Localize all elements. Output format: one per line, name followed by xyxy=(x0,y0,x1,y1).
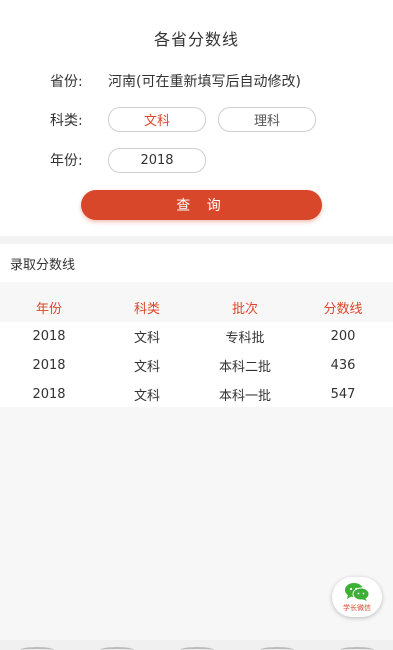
table-row: 2018 文科 专科批 200 xyxy=(0,322,393,351)
year-field[interactable]: 2018 xyxy=(108,148,206,173)
subject-label: 科类: xyxy=(50,113,83,129)
cell-score: 436 xyxy=(330,358,356,373)
column-header-score: 分数线 xyxy=(323,301,363,317)
wechat-icon xyxy=(344,582,370,602)
province-value[interactable]: 河南(可在重新填写后自动修改) xyxy=(108,71,301,91)
section-title: 录取分数线 xyxy=(10,258,76,273)
section-divider xyxy=(0,236,393,244)
province-label: 省份: xyxy=(50,74,83,90)
cell-subject: 文科 xyxy=(133,360,160,375)
column-header-batch: 批次 xyxy=(231,301,258,317)
cell-batch: 本科一批 xyxy=(218,389,271,404)
column-header-year: 年份 xyxy=(35,301,62,317)
cell-score: 547 xyxy=(330,387,356,402)
table-body: 2018 文科 专科批 200 2018 文科 本科二批 436 2018 文科… xyxy=(0,322,393,407)
cell-score: 200 xyxy=(330,329,356,344)
table-row: 2018 文科 本科一批 547 xyxy=(0,380,393,409)
cell-batch: 专科批 xyxy=(225,331,265,346)
page-title: 各省分数线 xyxy=(153,30,239,49)
province-row: 省份: 河南(可在重新填写后自动修改) xyxy=(0,67,393,95)
wechat-label: 学长微信 xyxy=(343,603,371,612)
column-header-subject: 科类 xyxy=(133,301,160,317)
cell-subject: 文科 xyxy=(133,389,160,404)
cell-year: 2018 xyxy=(32,358,66,373)
table-header: 年份 科类 批次 分数线 xyxy=(0,292,393,322)
subject-option-wenke[interactable]: 文科 xyxy=(108,107,206,132)
subject-option-like[interactable]: 理科 xyxy=(218,107,316,132)
table-row: 2018 文科 本科二批 436 xyxy=(0,351,393,380)
cell-batch: 本科二批 xyxy=(218,360,271,375)
year-label: 年份: xyxy=(50,153,83,169)
cell-subject: 文科 xyxy=(133,331,160,346)
cell-year: 2018 xyxy=(32,387,66,402)
query-button[interactable]: 查 询 xyxy=(81,190,322,220)
wechat-button[interactable]: 学长微信 xyxy=(332,577,382,617)
cell-year: 2018 xyxy=(32,329,66,344)
